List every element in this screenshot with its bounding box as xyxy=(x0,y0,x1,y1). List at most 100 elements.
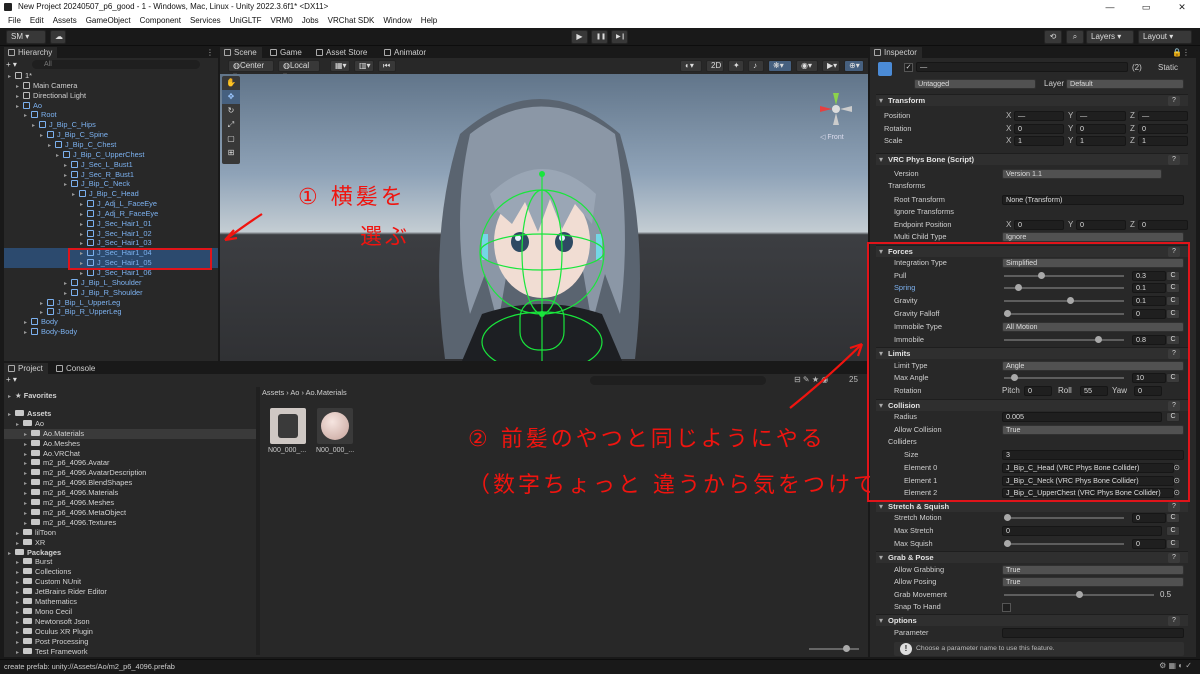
tab-scene[interactable]: Scene xyxy=(220,47,262,58)
minimize-button[interactable]: — xyxy=(1092,0,1128,14)
hierarchy-item[interactable]: ▸ J_Sec_Hair1_01 xyxy=(4,219,218,229)
rotate-tool-icon[interactable]: ↻ xyxy=(222,104,240,118)
layout-dropdown[interactable]: Layout ▾ xyxy=(1138,30,1192,44)
project-folder-item[interactable]: ▸ Collections xyxy=(4,567,256,577)
allow-posing-dropdown[interactable]: True xyxy=(1002,577,1184,587)
tab-animator[interactable]: Animator xyxy=(380,47,431,58)
breadcrumb-assets[interactable]: Assets xyxy=(262,388,284,397)
menu-item-edit[interactable]: Edit xyxy=(30,14,44,28)
pause-button[interactable]: ❚❚ xyxy=(591,30,608,44)
position-y-field[interactable]: — xyxy=(1076,111,1126,121)
allow-grabbing-dropdown[interactable]: True xyxy=(1002,565,1184,575)
hierarchy-item[interactable]: ▸ J_Bip_C_Hips xyxy=(4,120,218,130)
scale-x-field[interactable]: 1 xyxy=(1014,136,1064,146)
shading-mode-button[interactable]: ◐▾ xyxy=(680,60,702,72)
hierarchy-item[interactable]: ▸ J_Bip_L_Shoulder xyxy=(4,278,218,288)
active-checkbox[interactable]: ✓ xyxy=(904,63,913,72)
version-dropdown[interactable]: Version 1.1 xyxy=(1002,169,1162,179)
snap-to-hand-checkbox[interactable] xyxy=(1002,603,1011,612)
project-folder-item[interactable]: ▸ Test Framework xyxy=(4,647,256,657)
project-folder-item[interactable]: ▸ ★ Favorites xyxy=(4,391,256,401)
static-toggle[interactable]: Static xyxy=(1158,61,1178,75)
stretch-motion-curve-button[interactable]: C xyxy=(1166,513,1180,523)
pivot-dropdown[interactable]: ◍Center ▾ xyxy=(228,60,274,80)
material-thumbnail-1[interactable] xyxy=(270,408,306,444)
help-icon[interactable]: ? xyxy=(1168,502,1180,512)
scale-tool-icon[interactable]: ⤢ xyxy=(222,118,240,132)
project-folder-item[interactable]: ▸ XR xyxy=(4,538,256,548)
hierarchy-item[interactable]: ▸ J_Sec_R_Bust1 xyxy=(4,170,218,180)
endpoint-x-field[interactable]: 0 xyxy=(1014,220,1064,230)
layers-dropdown[interactable]: Layers ▾ xyxy=(1086,30,1134,44)
breadcrumb-ao-materials[interactable]: Ao.Materials xyxy=(306,388,347,397)
menu-item-jobs[interactable]: Jobs xyxy=(302,14,319,28)
help-icon[interactable]: ? xyxy=(1168,553,1180,563)
status-icons[interactable]: ⚙ ▦ ◐ ✓ xyxy=(1159,661,1192,670)
project-folder-item[interactable]: ▸ Packages xyxy=(4,548,256,558)
hierarchy-item[interactable]: ▸ J_Adj_L_FaceEye xyxy=(4,199,218,209)
project-folder-item[interactable]: ▸ m2_p6_4096.MetaObject xyxy=(4,508,256,518)
grid-snap-button[interactable]: ▦▾ xyxy=(330,60,350,72)
grab-movement-handle[interactable] xyxy=(1076,591,1083,598)
max-squish-value[interactable]: 0 xyxy=(1132,539,1166,549)
panel-menu-icon[interactable]: ⋮ xyxy=(206,48,214,57)
layer-dropdown[interactable]: Default xyxy=(1066,79,1184,89)
close-button[interactable]: ✕ xyxy=(1164,0,1200,14)
project-folder-item[interactable]: ▸ Ao.Materials xyxy=(4,428,256,439)
transform-tool-icon[interactable]: ⊞ xyxy=(222,146,240,160)
menu-item-unigltf[interactable]: UniGLTF xyxy=(230,14,262,28)
splitter[interactable] xyxy=(256,387,260,655)
hand-tool-icon[interactable]: ✋ xyxy=(222,76,240,90)
project-folder-item[interactable]: ▸ m2_p6_4096.BlendShapes xyxy=(4,478,256,488)
space-dropdown[interactable]: ◍Local ▾ xyxy=(278,60,320,80)
hidden-objects-icon[interactable]: ◉▾ xyxy=(796,60,818,72)
maximize-button[interactable]: ▭ xyxy=(1128,0,1164,14)
hierarchy-item[interactable]: ▸ J_Sec_L_Bust1 xyxy=(4,160,218,170)
play-button[interactable]: ▶ xyxy=(571,30,588,44)
hierarchy-item[interactable]: ▸ J_Bip_C_UpperChest xyxy=(4,150,218,160)
tab-game[interactable]: Game xyxy=(266,47,307,58)
hierarchy-item[interactable]: ▸ J_Bip_C_Spine xyxy=(4,130,218,140)
move-tool-icon[interactable]: ✥ xyxy=(222,90,240,104)
parameter-field[interactable] xyxy=(1002,628,1184,638)
project-folder-item[interactable]: ▸ m2_p6_4096.Meshes xyxy=(4,498,256,508)
hierarchy-item[interactable]: ▸ J_Adj_R_FaceEye xyxy=(4,209,218,219)
hierarchy-item[interactable]: ▸ J_Sec_Hair1_02 xyxy=(4,229,218,239)
project-folder-item[interactable]: ▸ Post Processing xyxy=(4,637,256,647)
grab-pose-header[interactable]: ▾ Grab & Pose? xyxy=(876,551,1188,563)
project-folder-item[interactable]: ▸ Ao.VRChat xyxy=(4,449,256,459)
hierarchy-item[interactable]: ▸ J_Bip_R_UpperLeg xyxy=(4,307,218,317)
tag-dropdown[interactable]: Untagged xyxy=(914,79,1036,89)
menu-item-file[interactable]: File xyxy=(8,14,21,28)
project-folder-item[interactable]: ▸ Assets xyxy=(4,409,256,419)
effects-toggle-icon[interactable]: ❋▾ xyxy=(768,60,792,72)
thumbnail-size-slider[interactable] xyxy=(809,645,859,652)
project-folder-item[interactable]: ▸ Oculus XR Plugin xyxy=(4,627,256,637)
project-folder-item[interactable]: ▸ JetBrains Rider Editor xyxy=(4,587,256,597)
max-squish-track[interactable] xyxy=(1004,543,1124,545)
tab-project[interactable]: Project xyxy=(4,363,48,374)
project-folder-item[interactable]: ▸ m2_p6_4096.Avatar xyxy=(4,458,256,468)
hierarchy-item[interactable]: ▸ Ao xyxy=(4,101,218,111)
options-header[interactable]: ▾ Options? xyxy=(876,614,1188,626)
history-icon[interactable]: ⟲ xyxy=(1044,30,1062,44)
help-icon[interactable]: ? xyxy=(1168,155,1180,165)
max-stretch-curve-button[interactable]: C xyxy=(1166,526,1180,536)
create-asset-button[interactable]: + ▾ xyxy=(6,375,17,384)
add-object-button[interactable]: + ▾ xyxy=(6,59,26,70)
menu-item-gameobject[interactable]: GameObject xyxy=(86,14,131,28)
menu-item-window[interactable]: Window xyxy=(383,14,411,28)
hierarchy-item[interactable]: ▸ Body-Body xyxy=(4,327,218,337)
endpoint-z-field[interactable]: 0 xyxy=(1138,220,1188,230)
project-folder-item[interactable]: ▸ Mathematics xyxy=(4,597,256,607)
multi-child-dropdown[interactable]: Ignore xyxy=(1002,232,1184,242)
camera-settings-icon[interactable]: ▶▾ xyxy=(822,60,840,72)
hierarchy-item[interactable]: ▸ Body xyxy=(4,317,218,327)
position-z-field[interactable]: — xyxy=(1138,111,1188,121)
help-icon[interactable]: ? xyxy=(1168,96,1180,106)
hierarchy-item[interactable]: ▸ 1* xyxy=(4,71,218,81)
search-icon[interactable]: ⌕ xyxy=(1066,30,1084,44)
max-squish-curve-button[interactable]: C xyxy=(1166,539,1180,549)
rotation-y-field[interactable]: 0 xyxy=(1076,124,1126,134)
hierarchy-item[interactable]: ▸ Directional Light xyxy=(4,91,218,101)
